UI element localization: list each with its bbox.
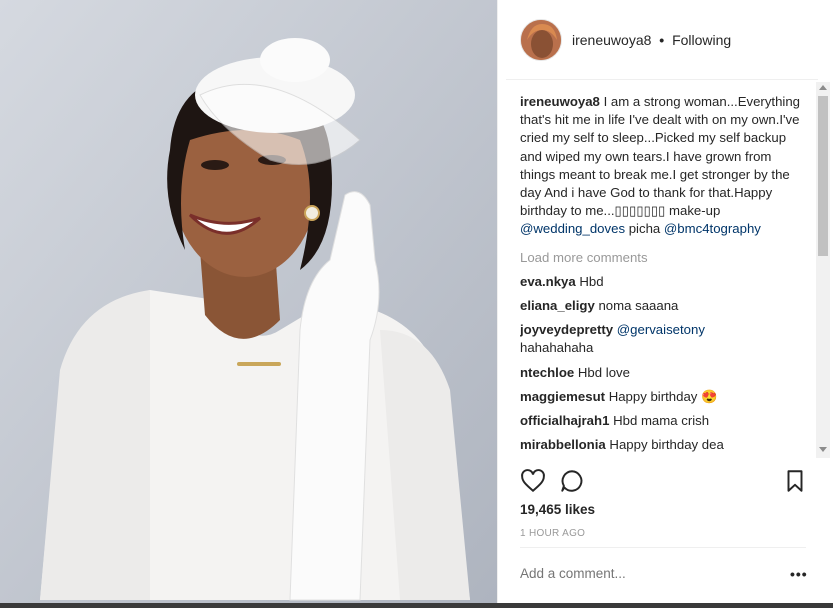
mention-link[interactable]: @gervaisetony — [617, 322, 705, 337]
post-actions — [520, 468, 810, 496]
mention-link[interactable]: @wedding_doves — [520, 221, 625, 236]
post-timestamp[interactable]: 1 HOUR AGO — [520, 528, 585, 539]
caption: ireneuwoya8 I am a strong woman...Everyt… — [520, 93, 800, 239]
bookmark-icon[interactable] — [782, 468, 808, 494]
divider — [520, 547, 806, 548]
comment-item: eva.nkya Hbd — [520, 273, 800, 291]
caption-username[interactable]: ireneuwoya8 — [520, 94, 600, 109]
comment-item: officialhajrah1 Hbd mama crish — [520, 412, 800, 430]
comment-item: maggiemesut Happy birthday 😍 — [520, 388, 800, 406]
separator-dot: • — [659, 32, 665, 48]
more-options-icon[interactable]: ••• — [790, 566, 808, 582]
comments-scrollbar[interactable] — [816, 82, 830, 458]
avatar[interactable] — [520, 19, 562, 61]
comment-username[interactable]: ntechloe — [520, 365, 574, 380]
heart-icon[interactable] — [520, 468, 546, 494]
comment-username[interactable]: officialhajrah1 — [520, 413, 609, 428]
username-link[interactable]: ireneuwoya8 — [572, 32, 651, 48]
comment-text: Hbd — [579, 273, 604, 289]
mention-link[interactable]: @bmc4tography — [664, 221, 761, 236]
instagram-post-window: ireneuwoya8 • Following ireneuwoya8 I am… — [0, 0, 833, 608]
post-header: ireneuwoya8 • Following — [506, 0, 818, 80]
scroll-thumb[interactable] — [818, 96, 828, 256]
comment-username[interactable]: eliana_eligy — [520, 298, 595, 313]
comment-item: eliana_eligy noma saaana — [520, 297, 800, 315]
add-comment-input[interactable] — [520, 566, 770, 581]
scroll-up-arrow-icon[interactable] — [819, 85, 827, 90]
comment-username[interactable]: eva.nkya — [520, 274, 576, 289]
comment-bubble-icon[interactable] — [559, 468, 585, 494]
photo-illustration — [0, 0, 497, 603]
scroll-down-arrow-icon[interactable] — [819, 447, 827, 452]
comment-text: noma saaana — [598, 298, 679, 314]
comment-text: Happy birthday 😍 — [608, 388, 718, 404]
comment-text: Hbd mama crish — [613, 413, 710, 429]
follow-status-button[interactable]: Following — [672, 32, 731, 48]
avatar-image — [521, 20, 561, 60]
header-user-line: ireneuwoya8 • Following — [572, 32, 731, 48]
comment-item: ntechloe Hbd love — [520, 364, 800, 382]
post-photo[interactable] — [0, 0, 497, 603]
comment-text: hahahahaha — [520, 340, 594, 356]
load-more-comments-button[interactable]: Load more comments — [520, 249, 800, 267]
comment-username[interactable]: joyveydepretty — [520, 322, 613, 337]
caption-text: I am a strong woman...Everything that's … — [520, 94, 800, 219]
window-bottom-edge — [0, 603, 833, 608]
comment-username[interactable]: maggiemesut — [520, 389, 605, 404]
post-sidebar: ireneuwoya8 • Following ireneuwoya8 I am… — [497, 0, 833, 603]
comment-item: mirabbellonia Happy birthday dea — [520, 436, 800, 454]
comment-text: Happy birthday dea — [609, 437, 724, 453]
caption-middle-text: picha — [628, 221, 661, 237]
comment-username[interactable]: mirabbellonia — [520, 437, 606, 452]
comment-item: joyveydepretty @gervaisetony hahahahaha — [520, 321, 800, 357]
comments-list[interactable]: ireneuwoya8 I am a strong woman...Everyt… — [520, 93, 800, 456]
likes-count[interactable]: 19,465 likes — [520, 502, 595, 517]
comment-text: Hbd love — [577, 364, 630, 380]
